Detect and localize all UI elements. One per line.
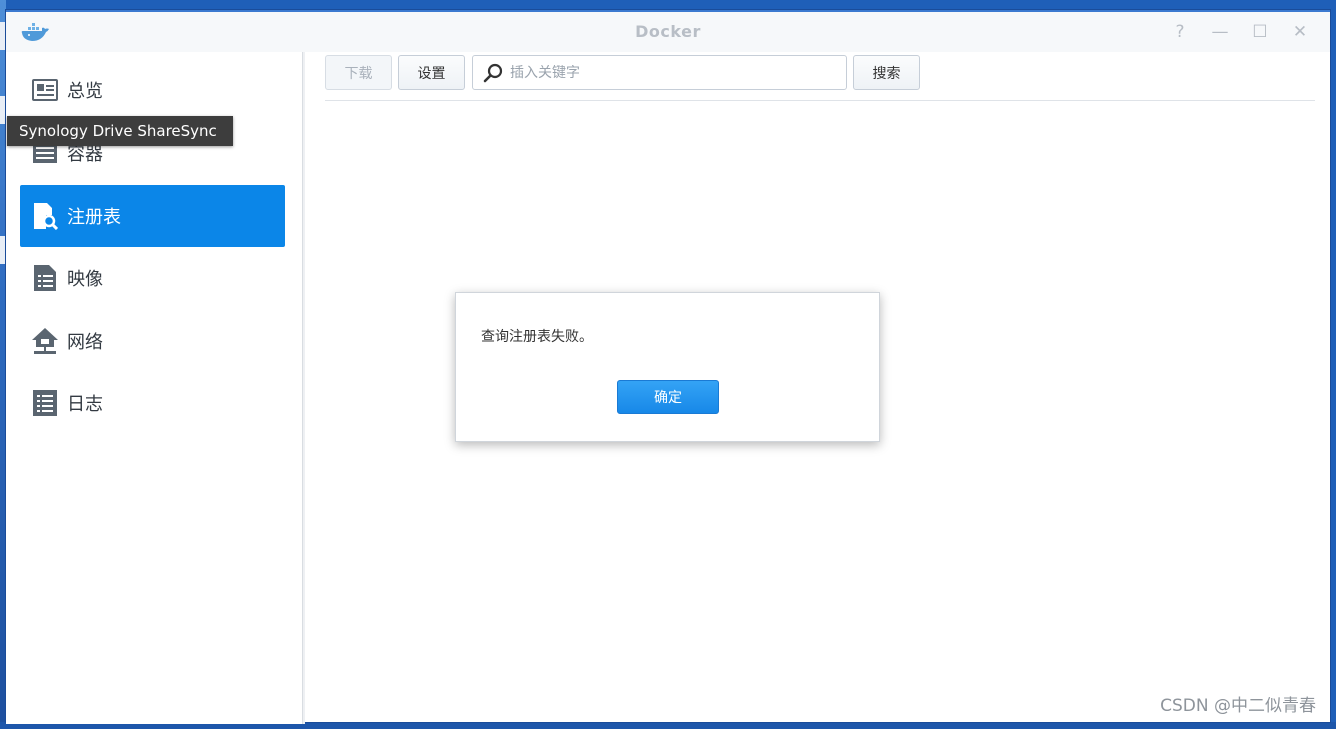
- watermark: CSDN @中二似青春: [1160, 696, 1316, 716]
- help-icon[interactable]: ?: [1170, 22, 1190, 42]
- sidebar-item-log[interactable]: 日志: [20, 372, 285, 434]
- sidebar-item-network[interactable]: 网络: [20, 310, 285, 372]
- maximize-icon[interactable]: ☐: [1250, 22, 1270, 42]
- overview-icon: [31, 76, 59, 104]
- title-bar[interactable]: Docker ? — ☐ ✕: [6, 12, 1330, 52]
- search-input[interactable]: [510, 64, 830, 81]
- sidebar-divider: [303, 52, 305, 724]
- tooltip: Synology Drive ShareSync: [7, 116, 233, 146]
- window-title: Docker: [635, 22, 701, 41]
- download-button[interactable]: 下载: [325, 55, 392, 90]
- search-icon: [482, 62, 504, 84]
- desktop-background: [1330, 0, 1336, 729]
- sidebar-item-label: 映像: [67, 269, 103, 290]
- log-icon: [31, 389, 59, 417]
- sidebar-item-label: 日志: [67, 394, 103, 415]
- sidebar-item-label: 注册表: [67, 207, 121, 228]
- error-dialog: 查询注册表失败。 确定: [455, 292, 880, 442]
- minimize-icon[interactable]: —: [1210, 22, 1230, 42]
- search-field[interactable]: [472, 55, 847, 90]
- sidebar-item-image[interactable]: 映像: [20, 247, 285, 309]
- image-icon: [31, 264, 59, 292]
- sidebar-item-overview[interactable]: 总览: [20, 59, 285, 121]
- registry-icon: [31, 202, 59, 230]
- sidebar-item-label: 总览: [67, 81, 103, 102]
- toolbar-divider: [325, 100, 1315, 101]
- network-icon: [31, 327, 59, 355]
- close-icon[interactable]: ✕: [1290, 22, 1310, 42]
- sidebar-item-registry[interactable]: 注册表: [20, 185, 285, 247]
- sidebar-item-label: 网络: [67, 332, 103, 353]
- dialog-message: 查询注册表失败。: [481, 329, 593, 345]
- ok-button[interactable]: 确定: [617, 380, 719, 414]
- settings-button[interactable]: 设置: [398, 55, 465, 90]
- search-button[interactable]: 搜索: [853, 55, 920, 90]
